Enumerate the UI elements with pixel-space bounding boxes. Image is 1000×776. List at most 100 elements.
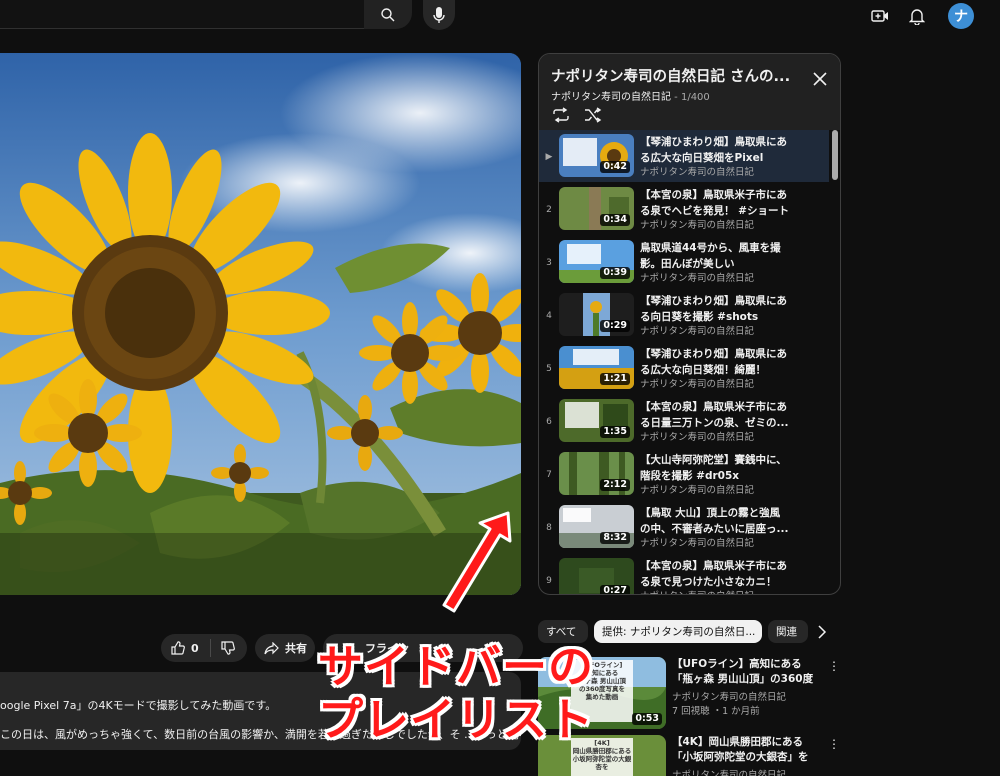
recommendation-text: 【UFOライン】高知にある「瓶ヶ森 男山山頂」の360度写真... ナポリタン寿… <box>672 657 822 717</box>
recommendation-title[interactable]: 【4K】岡山県勝田郡にある「小坂阿弥陀堂の大銀杏」をPixel... <box>672 735 822 765</box>
bell-icon <box>909 9 925 25</box>
more-options-icon[interactable]: ⋮ <box>828 737 840 751</box>
duration-badge: 0:42 <box>600 161 630 173</box>
playlist-item-channel[interactable]: ナポリタン寿司の自然日記 <box>640 166 790 180</box>
playlist-item-thumbnail[interactable]: 0:39 <box>559 240 634 283</box>
playlist-item[interactable]: ▶ 0:42 【琴浦ひまわり畑】鳥取県にある広大な向日葵畑をPixel 7a...ナ… <box>539 130 829 182</box>
playlist-item-thumbnail[interactable]: 1:35 <box>559 399 634 442</box>
recommendation-channel[interactable]: ナポリタン寿司の自然日記 <box>672 767 822 776</box>
playlist-item-text: 鳥取県道44号から、風車を撮影。田んぼが美しい ナポリタン寿司の自然日記 <box>640 240 790 286</box>
playlist-item-index: 7 <box>546 470 552 480</box>
playlist-item-channel[interactable]: ナポリタン寿司の自然日記 <box>640 431 790 445</box>
notifications-button[interactable] <box>906 5 928 27</box>
playlist-item-channel[interactable]: ナポリタン寿司の自然日記 <box>640 590 790 594</box>
playlist-item-title[interactable]: 【本宮の泉】鳥取県米子市にある泉でヘビを発見！ #ショート <box>640 187 790 219</box>
playlist-channel[interactable]: ナポリタン寿司の自然日記 <box>551 92 671 103</box>
playlist-item[interactable]: 3 0:39 鳥取県道44号から、風車を撮影。田んぼが美しい ナポリタン寿司の自然日記 <box>539 236 829 288</box>
playlist-item[interactable]: 9 0:27 【本宮の泉】鳥取県米子市にある泉で見つけた小さなカニ！ナポリタン寿司の… <box>539 554 829 594</box>
playlist-item-text: 【鳥取 大山】頂上の霧と強風の中、不審者みたいに居座っ... ナポリタン寿司の自然… <box>640 505 790 551</box>
create-video-icon <box>871 10 888 22</box>
playlist-item-text: 【大山寺阿弥陀堂】賽銭中に、階段を撮影 #dr05x ナポリタン寿司の自然日記 <box>640 452 790 498</box>
share-button[interactable]: 共有 <box>255 634 315 662</box>
playlist-item-index: 3 <box>546 258 552 268</box>
playlist-item-index: 4 <box>546 311 552 321</box>
playlist-item-text: 【琴浦ひまわり畑】鳥取県にある広大な向日葵畑！綺麗！ ナポリタン寿司の自然日記 <box>640 346 790 392</box>
playlist-subtitle: ナポリタン寿司の自然日記 - 1/400 <box>551 88 710 103</box>
recommendation-channel[interactable]: ナポリタン寿司の自然日記 <box>672 689 822 703</box>
thumbs-down-icon <box>221 641 235 655</box>
playlist-item[interactable]: 7 2:12 【大山寺阿弥陀堂】賽銭中に、階段を撮影 #dr05x ナポリタン寿司の自… <box>539 448 829 500</box>
dislike-button[interactable] <box>211 641 235 655</box>
playlist-item-index: 5 <box>546 364 552 374</box>
create-button[interactable] <box>869 5 891 27</box>
playlist-position: - 1/400 <box>671 92 710 103</box>
playlist-item-thumbnail[interactable]: 0:34 <box>559 187 634 230</box>
playlist-item[interactable]: 2 0:34 【本宮の泉】鳥取県米子市にある泉でヘビを発見！ #ショート ナポリタン寿… <box>539 183 829 235</box>
playlist-title[interactable]: ナポリタン寿司の自然日記 さんの... <box>551 65 799 86</box>
playlist-item[interactable]: 5 1:21 【琴浦ひまわり畑】鳥取県にある広大な向日葵畑！綺麗！ ナポリタン寿司の自… <box>539 342 829 394</box>
duration-badge: 1:35 <box>600 426 630 438</box>
avatar[interactable]: ナ <box>948 3 974 29</box>
recommendation-meta: 7 回視聴 ・1 か月前 <box>672 706 760 717</box>
share-label: 共有 <box>285 642 307 655</box>
playlist-panel: ナポリタン寿司の自然日記 さんの... ナポリタン寿司の自然日記 - 1/400… <box>538 53 841 595</box>
voice-search-button[interactable] <box>423 0 455 30</box>
playlist-item-thumbnail[interactable]: 0:29 <box>559 293 634 336</box>
playlist-item-title[interactable]: 【琴浦ひまわり畑】鳥取県にある広大な向日葵畑をPixel 7a... <box>640 134 790 166</box>
playlist-item-thumbnail[interactable]: 1:21 <box>559 346 634 389</box>
playlist-item-index: 2 <box>546 205 552 215</box>
playlist-item-text: 【琴浦ひまわり畑】鳥取県にある広大な向日葵畑をPixel 7a...ナポリタン寿… <box>640 134 790 180</box>
playlist-item-channel[interactable]: ナポリタン寿司の自然日記 <box>640 272 790 286</box>
duration-badge: 0:29 <box>600 320 630 332</box>
thumbs-up-icon <box>171 641 185 655</box>
playlist-item[interactable]: 8 8:32 【鳥取 大山】頂上の霧と強風の中、不審者みたいに居座っ... ナポリタン… <box>539 501 829 553</box>
playlist-item[interactable]: 4 0:29 【琴浦ひまわり畑】鳥取県にある向日葵を撮影 #shots ナポリタン寿司… <box>539 289 829 341</box>
chip-provider[interactable]: 提供: ナポリタン寿司の自然日... <box>594 620 762 643</box>
microphone-icon <box>433 7 445 23</box>
more-options-icon[interactable]: ⋮ <box>828 659 840 673</box>
playlist-item-channel[interactable]: ナポリタン寿司の自然日記 <box>640 378 790 392</box>
duration-badge: 0:27 <box>600 585 630 594</box>
duration-badge: 0:34 <box>600 214 630 226</box>
search-input[interactable] <box>0 0 366 29</box>
playlist-header: ナポリタン寿司の自然日記 さんの... ナポリタン寿司の自然日記 - 1/400 <box>539 54 840 130</box>
playlist-item-thumbnail[interactable]: 2:12 <box>559 452 634 495</box>
duration-badge: 0:39 <box>600 267 630 279</box>
annotation-line-2: プレイリスト <box>318 693 595 746</box>
playlist-item-title[interactable]: 【琴浦ひまわり畑】鳥取県にある広大な向日葵畑！綺麗！ <box>640 346 790 378</box>
playlist-item-title[interactable]: 【琴浦ひまわり畑】鳥取県にある向日葵を撮影 #shots <box>640 293 790 325</box>
playlist-item-channel[interactable]: ナポリタン寿司の自然日記 <box>640 484 790 498</box>
playlist-item-channel[interactable]: ナポリタン寿司の自然日記 <box>640 325 790 339</box>
duration-badge: 2:12 <box>600 479 630 491</box>
description-line-1: oogle Pixel 7a」の4Kモードで撮影してみた動画です。 <box>0 699 277 712</box>
playlist-item-title[interactable]: 鳥取県道44号から、風車を撮影。田んぼが美しい <box>640 240 790 272</box>
recommendation-text: 【4K】岡山県勝田郡にある「小坂阿弥陀堂の大銀杏」をPixel... ナポリタン… <box>672 735 822 776</box>
search-button[interactable] <box>364 0 412 29</box>
playlist-item-title[interactable]: 【本宮の泉】鳥取県米子市にある泉で見つけた小さなカニ！ <box>640 558 790 590</box>
loop-icon[interactable] <box>552 107 570 123</box>
recommendation-title[interactable]: 【UFOライン】高知にある「瓶ヶ森 男山山頂」の360度写真... <box>672 657 822 687</box>
like-count: 0 <box>191 641 199 655</box>
playlist-item-thumbnail[interactable]: 0:27 <box>559 558 634 594</box>
close-icon[interactable] <box>811 70 829 88</box>
playlist-item-index: 6 <box>546 417 552 427</box>
share-icon <box>264 641 279 654</box>
playlist-item-thumbnail[interactable]: 8:32 <box>559 505 634 548</box>
shuffle-icon[interactable] <box>584 107 602 123</box>
playlist-item-index: 8 <box>546 523 552 533</box>
playlist-item[interactable]: 6 1:35 【本宮の泉】鳥取県米子市にある日量三万トンの泉、ゼミの... ナポリタン… <box>539 395 829 447</box>
playlist-scrollbar[interactable] <box>832 130 838 180</box>
playlist-item-thumbnail[interactable]: 0:42 <box>559 134 634 177</box>
playlist-item-channel[interactable]: ナポリタン寿司の自然日記 <box>640 219 790 233</box>
playlist-item-text: 【本宮の泉】鳥取県米子市にある泉で見つけた小さなカニ！ナポリタン寿司の自然日記 <box>640 558 790 594</box>
playlist-item-index: 9 <box>546 576 552 586</box>
playlist-item-channel[interactable]: ナポリタン寿司の自然日記 <box>640 537 790 551</box>
playlist-item-title[interactable]: 【本宮の泉】鳥取県米子市にある日量三万トンの泉、ゼミの... <box>640 399 790 431</box>
youtube-watch-page: { "header": { "search_icon": "search-ico… <box>0 0 1000 776</box>
duration-badge: 8:32 <box>600 532 630 544</box>
like-button[interactable]: 0 <box>161 639 211 657</box>
playlist-item-title[interactable]: 【鳥取 大山】頂上の霧と強風の中、不審者みたいに居座っ... <box>640 505 790 537</box>
chip-related[interactable]: 関連 <box>768 620 808 643</box>
chevron-right-icon[interactable] <box>817 625 827 639</box>
playlist-item-title[interactable]: 【大山寺阿弥陀堂】賽銭中に、階段を撮影 #dr05x <box>640 452 790 484</box>
